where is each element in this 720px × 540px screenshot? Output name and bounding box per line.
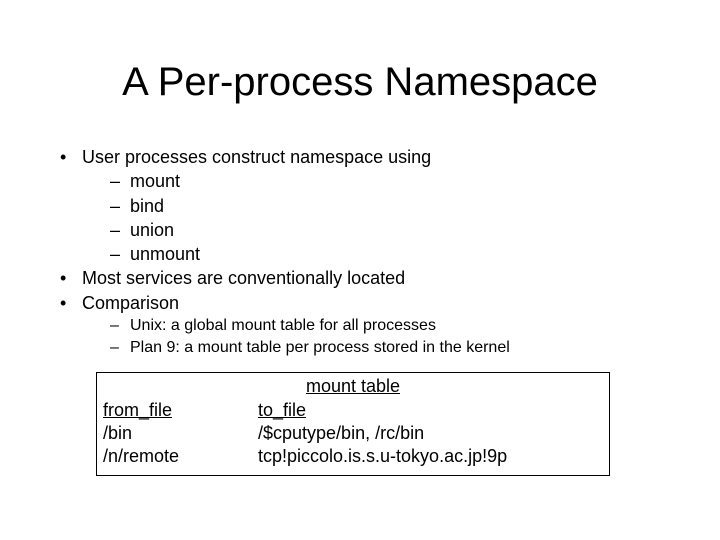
mount-table-cell-from: /bin <box>103 422 258 445</box>
bullet-text: User processes construct namespace using <box>82 147 431 167</box>
mount-table-cell-to: /$cputype/bin, /rc/bin <box>258 422 603 445</box>
sub-bullet-item: union <box>108 218 670 242</box>
mount-table-row: /n/remote tcp!piccolo.is.s.u-tokyo.ac.jp… <box>103 445 603 468</box>
sub-bullet-text: bind <box>130 196 164 216</box>
bullet-item: Comparison Unix: a global mount table fo… <box>56 291 670 358</box>
sub-bullet-item: Plan 9: a mount table per process stored… <box>108 337 670 359</box>
slide: A Per-process Namespace User processes c… <box>0 0 720 540</box>
mount-table-title: mount table <box>103 375 603 398</box>
slide-title: A Per-process Namespace <box>50 60 670 105</box>
mount-table-cell-from: /n/remote <box>103 445 258 468</box>
sub-bullet-list: mount bind union unmount <box>82 169 670 266</box>
mount-table-header-row: from_file to_file <box>103 399 603 422</box>
mount-table: mount table from_file to_file /bin /$cpu… <box>96 372 610 476</box>
bullet-text: Comparison <box>82 293 179 313</box>
sub-bullet-text: mount <box>130 171 180 191</box>
sub-bullet-item: bind <box>108 194 670 218</box>
sub-bullet-text: Unix: a global mount table for all proce… <box>130 317 436 334</box>
sub-bullet-item: mount <box>108 169 670 193</box>
slide-body: User processes construct namespace using… <box>50 145 670 476</box>
sub-bullet-list: Unix: a global mount table for all proce… <box>82 315 670 358</box>
sub-bullet-item: Unix: a global mount table for all proce… <box>108 315 670 337</box>
mount-table-header-from: from_file <box>103 399 258 422</box>
sub-bullet-text: Plan 9: a mount table per process stored… <box>130 339 510 356</box>
bullet-text: Most services are conventionally located <box>82 268 405 288</box>
mount-table-header-to: to_file <box>258 399 603 422</box>
sub-bullet-text: union <box>130 220 174 240</box>
bullet-item: User processes construct namespace using… <box>56 145 670 266</box>
sub-bullet-item: unmount <box>108 242 670 266</box>
mount-table-row: /bin /$cputype/bin, /rc/bin <box>103 422 603 445</box>
bullet-item: Most services are conventionally located <box>56 266 670 290</box>
bullet-list: User processes construct namespace using… <box>50 145 670 358</box>
sub-bullet-text: unmount <box>130 244 200 264</box>
mount-table-cell-to: tcp!piccolo.is.s.u-tokyo.ac.jp!9p <box>258 445 603 468</box>
